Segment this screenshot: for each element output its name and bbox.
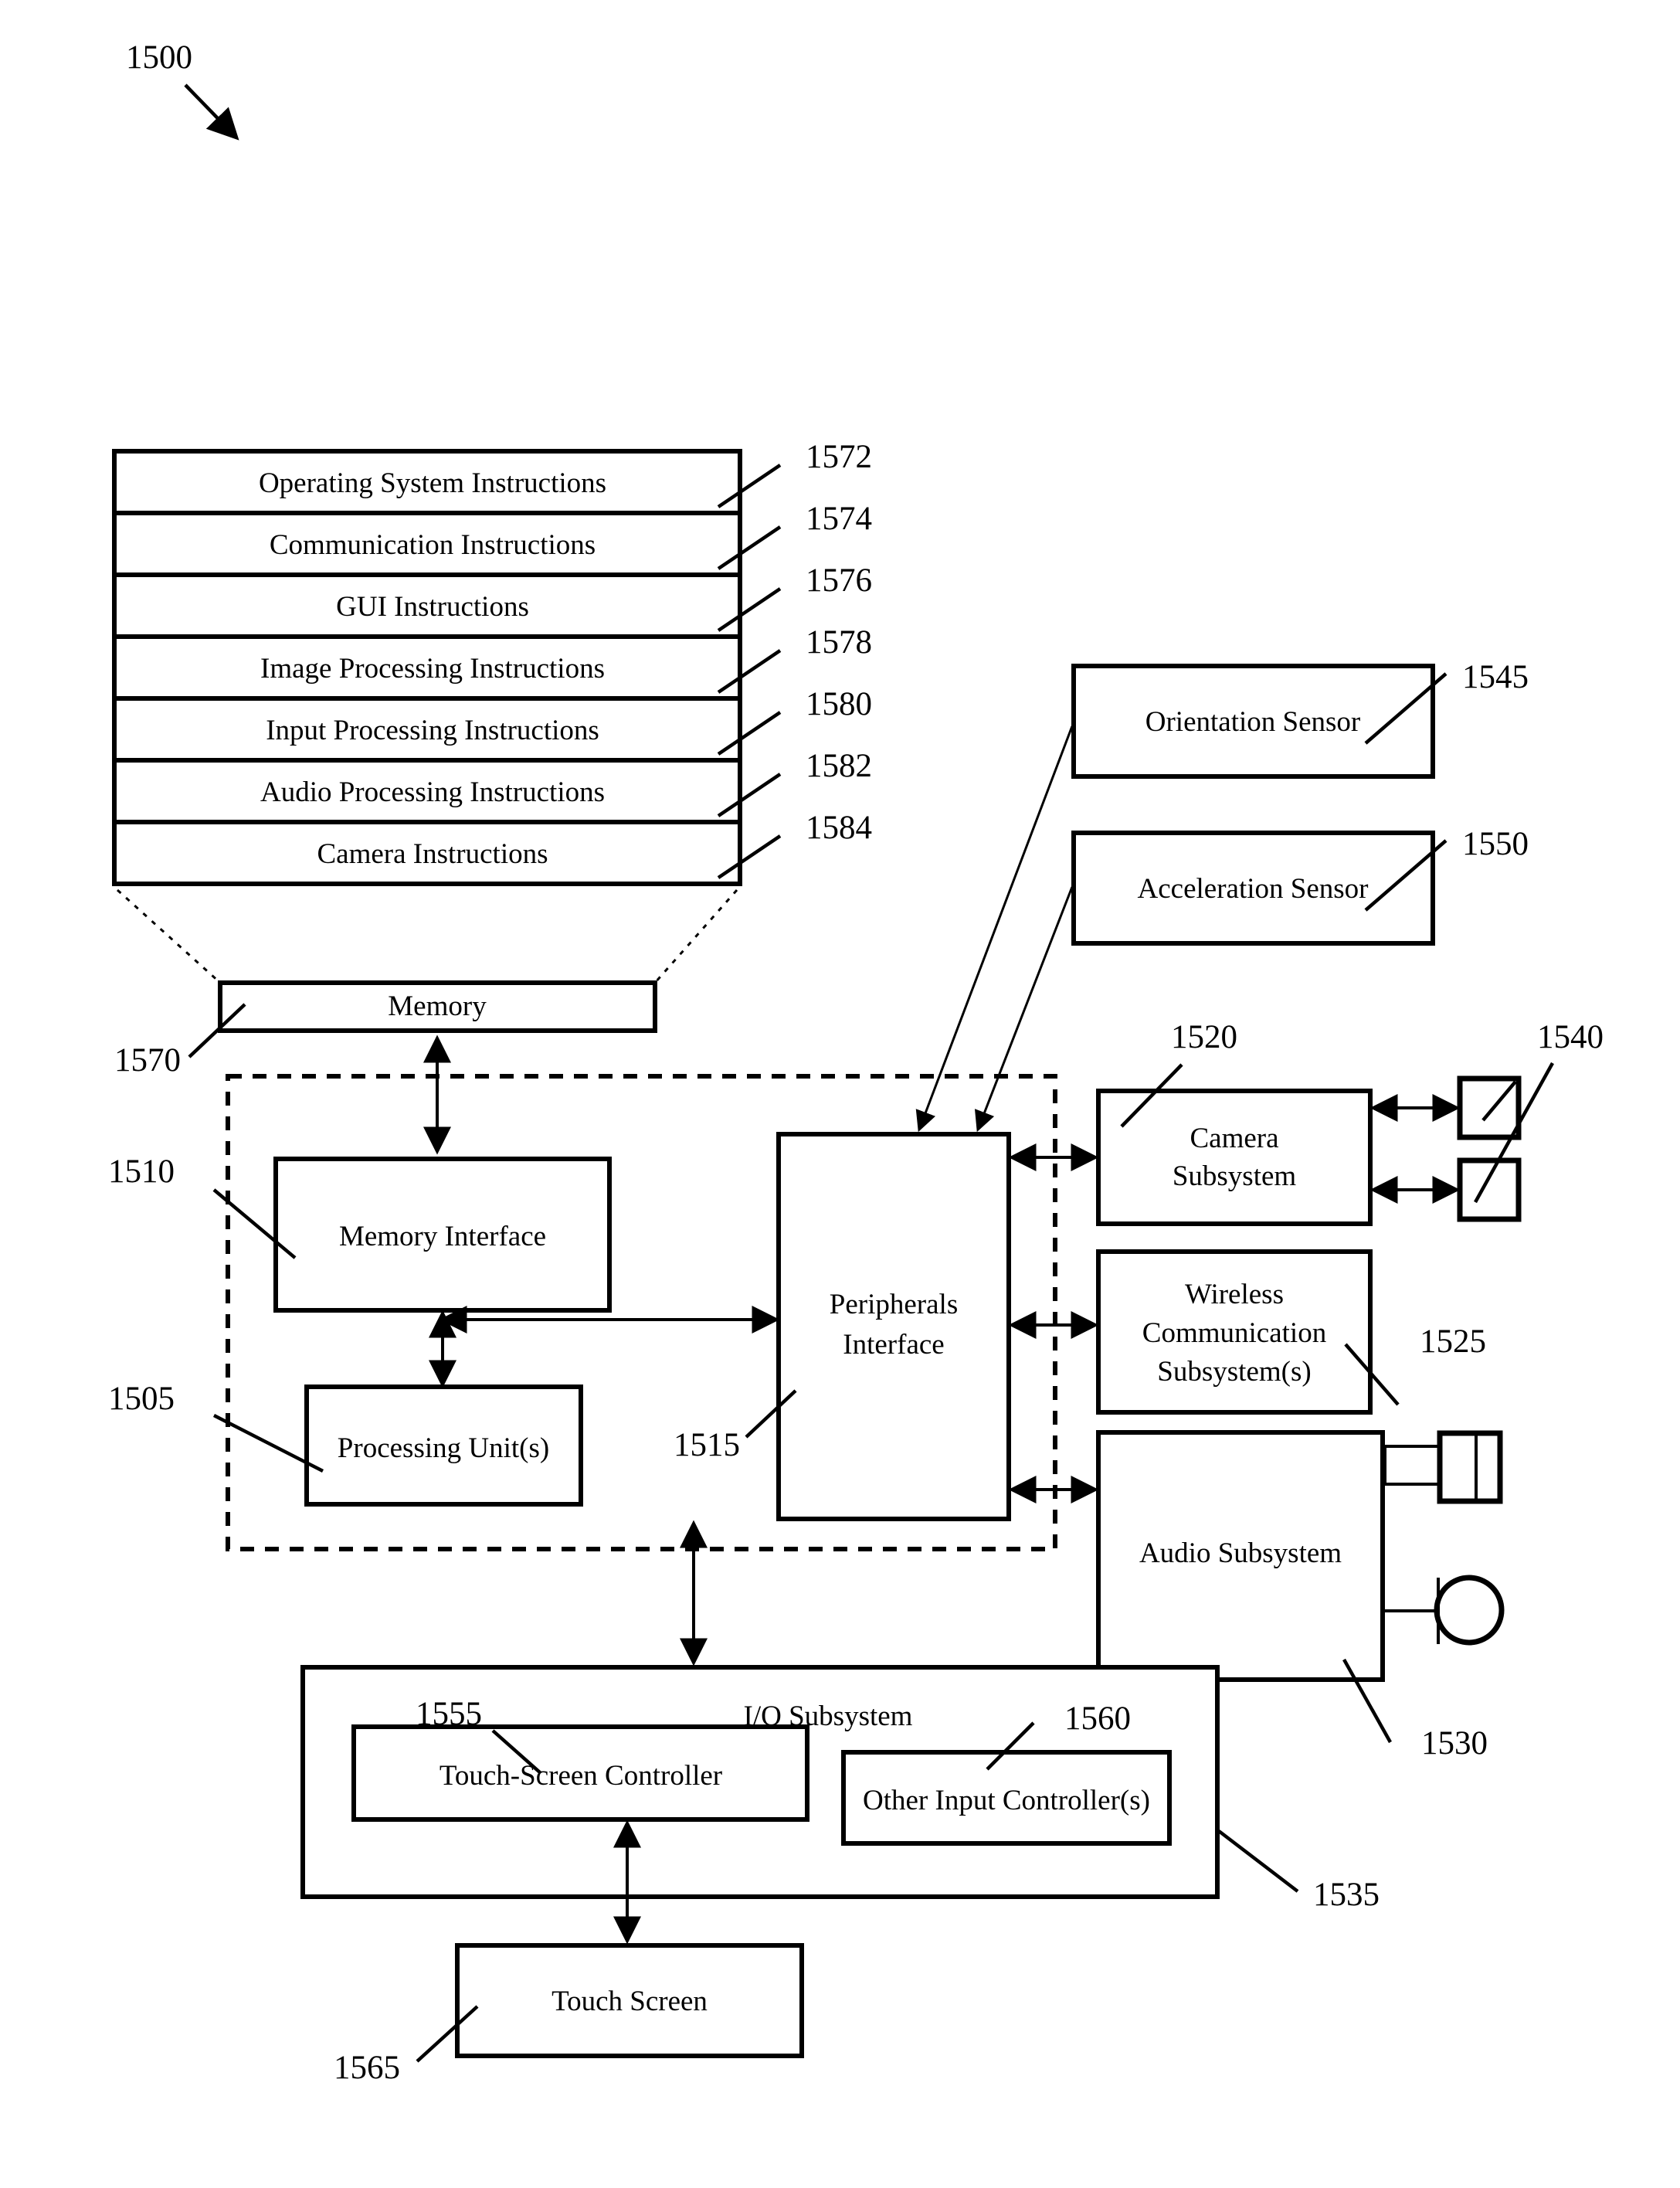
touch-screen-controller-label: Touch-Screen Controller (440, 1760, 722, 1792)
stack-row-label-3: Image Processing Instructions (260, 653, 605, 685)
audio-subsystem-label: Audio Subsystem (1139, 1537, 1342, 1569)
stack-row-label-1: Communication Instructions (270, 529, 596, 561)
stack-ref-6: 1584 (806, 810, 872, 846)
camera-subsystem-label-line2: Subsystem (1173, 1160, 1297, 1192)
memory-interface-ref: 1510 (108, 1153, 175, 1190)
stack-ref-0: 1572 (806, 439, 872, 475)
stack-ref-2: 1576 (806, 562, 872, 599)
processing-unit-ref: 1505 (108, 1381, 175, 1417)
other-input-controller-ref: 1560 (1064, 1700, 1131, 1737)
wireless-subsystem-label-line3: Subsystem(s) (1157, 1356, 1311, 1388)
wireless-subsystem-block: Wireless Communication Subsystem(s) 1525 (1096, 1249, 1486, 1415)
optical-sensors-group: 1540 (1369, 1019, 1604, 1222)
wireless-subsystem-label-line1: Wireless (1185, 1279, 1284, 1310)
acceleration-sensor-ref: 1550 (1462, 826, 1529, 862)
microphone-icon (1385, 1575, 1505, 1646)
other-input-controller-label: Other Input Controller(s) (863, 1785, 1150, 1816)
figure-number: 1500 (126, 39, 192, 76)
memory-interface-block: Memory Interface 1510 (108, 1153, 612, 1313)
microphone-body (1434, 1575, 1505, 1646)
touch-screen-label: Touch Screen (552, 1986, 708, 2017)
stack-row-label-5: Audio Processing Instructions (260, 776, 605, 808)
memory-interface-label: Memory Interface (339, 1221, 546, 1252)
stack-ref-3: 1578 (806, 624, 872, 661)
orientation-sensor-label: Orientation Sensor (1145, 706, 1360, 738)
acceleration-sensor-label: Acceleration Sensor (1138, 873, 1369, 905)
figure-number-arrow (184, 83, 239, 141)
stack-row-label-0: Operating System Instructions (259, 467, 606, 499)
touch-screen-block: Touch Screen 1565 (334, 1943, 804, 2086)
stack-row-label-4: Input Processing Instructions (266, 715, 599, 746)
peripherals-interface-block: Peripherals Interface 1515 (674, 1132, 1011, 1521)
acceleration-sensor-to-peripherals-arrow (974, 886, 1074, 1133)
optical-sensor-box-2 (1457, 1157, 1522, 1222)
touch-screen-ref: 1565 (334, 2050, 400, 2086)
memory-ref: 1570 (114, 1042, 181, 1079)
processing-unit-block: Processing Unit(s) 1505 (108, 1381, 583, 1507)
patent-figure-page: 1500 Operating System Instructions Commu… (0, 0, 1680, 2188)
peripherals-interface-ref: 1515 (674, 1427, 740, 1463)
stack-expansion-line-right (653, 889, 738, 984)
orientation-sensor-ref: 1545 (1462, 659, 1529, 695)
optical-sensors-ref: 1540 (1537, 1019, 1604, 1055)
io-subsystem-ref: 1535 (1313, 1877, 1380, 1913)
block-diagram: 1500 Operating System Instructions Commu… (108, 39, 1604, 2086)
camera-subsystem-block: Camera Subsystem 1520 (1096, 1019, 1373, 1226)
memory-label: Memory (388, 990, 487, 1022)
io-subsystem-block: I/O Subsystem 1535 Touch-Screen Controll… (300, 1665, 1380, 1913)
io-subsystem-ref-leader (1217, 1830, 1299, 1893)
orientation-sensor-to-peripherals-arrow (915, 725, 1074, 1133)
touch-screen-controller-ref: 1555 (416, 1696, 482, 1732)
stack-ref-5: 1582 (806, 748, 872, 784)
speaker-body (1437, 1430, 1503, 1504)
peripherals-interface-label-line1: Peripherals (830, 1289, 958, 1320)
audio-subsystem-ref: 1530 (1421, 1725, 1488, 1762)
stack-row-label-6: Camera Instructions (317, 838, 548, 870)
camera-subsystem-label-line1: Camera (1190, 1123, 1278, 1154)
processing-unit-label: Processing Unit(s) (338, 1432, 549, 1464)
peripherals-interface-box (776, 1132, 1011, 1521)
memory-instruction-stack: Operating System Instructions Communicat… (112, 439, 872, 886)
camera-subsystem-ref: 1520 (1171, 1019, 1237, 1055)
stack-expansion-line-left (116, 888, 222, 984)
acceleration-sensor-block: Acceleration Sensor 1550 (1071, 826, 1529, 946)
stack-ref-4: 1580 (806, 686, 872, 722)
wireless-subsystem-ref: 1525 (1420, 1323, 1486, 1360)
wireless-subsystem-label-line2: Communication (1142, 1317, 1326, 1349)
orientation-sensor-block: Orientation Sensor 1545 (1071, 659, 1529, 779)
speaker-icon (1383, 1430, 1503, 1504)
stack-row-label-2: GUI Instructions (336, 591, 529, 623)
stack-ref-1: 1574 (806, 501, 872, 537)
peripherals-interface-label-line2: Interface (843, 1329, 944, 1361)
memory-block: Memory 1570 (114, 980, 657, 1079)
